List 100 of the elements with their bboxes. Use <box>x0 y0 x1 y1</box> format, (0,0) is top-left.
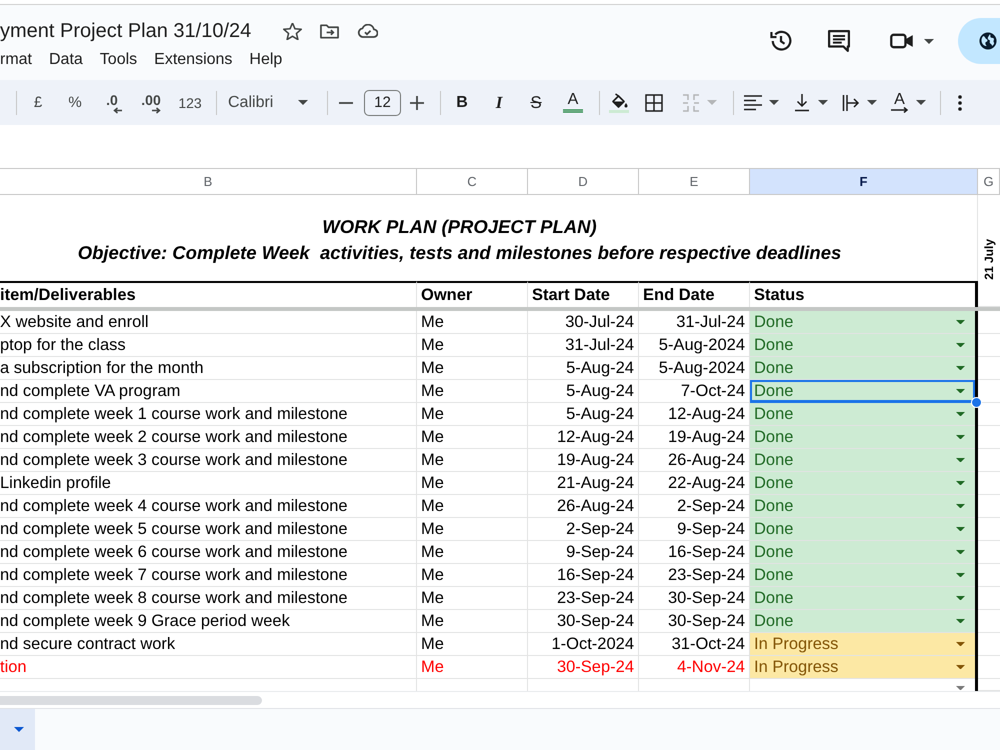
align-left-icon <box>744 94 762 112</box>
italic-button[interactable]: I <box>483 88 515 118</box>
merge-icon <box>682 94 700 112</box>
cloud-check-icon[interactable] <box>357 24 378 38</box>
arrow-right-icon <box>890 107 908 113</box>
text-color-button[interactable]: A <box>557 88 589 118</box>
menu-item[interactable]: Help <box>249 50 282 70</box>
borders-icon <box>645 94 663 112</box>
table-cell: 9-Sep-24 <box>528 541 639 564</box>
table-cell: nd complete week 3 course work and milestone <box>0 449 417 472</box>
caret-icon <box>768 100 778 105</box>
column-header[interactable]: F <box>750 169 978 194</box>
status-dropdown[interactable]: Done <box>750 403 975 426</box>
status-dropdown[interactable]: Done <box>750 541 975 564</box>
status-dropdown[interactable]: Done <box>750 610 975 633</box>
table-cell: Me <box>417 587 528 610</box>
table-cell: 1-Oct-2024 <box>528 633 639 656</box>
status-dropdown[interactable]: In Progress <box>750 633 975 656</box>
table-cell: 30-Jul-24 <box>528 311 639 334</box>
table-cell: nd complete week 7 course work and milestone <box>0 564 417 587</box>
globe-icon <box>979 32 997 50</box>
table-cell: Linkedin profile <box>0 472 417 495</box>
status-dropdown[interactable]: Done <box>750 380 975 403</box>
status-dropdown[interactable]: Done <box>750 564 975 587</box>
status-dropdown[interactable]: Done <box>750 518 975 541</box>
status-dropdown[interactable]: In Progress <box>750 656 975 679</box>
comment-icon[interactable] <box>828 30 850 52</box>
arrow-left-icon <box>112 107 122 114</box>
folder-arrow-icon[interactable] <box>320 22 340 40</box>
table-cell: nd complete VA program <box>0 380 417 403</box>
strikethrough-button[interactable]: S <box>520 88 552 118</box>
date-label: 21 July <box>982 239 996 280</box>
status-dropdown[interactable]: Done <box>750 449 975 472</box>
table-cell: Me <box>417 495 528 518</box>
increase-decimal-button[interactable]: .00 <box>133 88 169 118</box>
document-title[interactable]: yment Project Plan 31/10/24 <box>0 18 252 44</box>
history-icon[interactable] <box>770 30 792 52</box>
table-cell: Me <box>417 541 528 564</box>
bold-button[interactable]: B <box>446 88 478 118</box>
menu-item[interactable]: Data <box>49 50 83 70</box>
table-cell: 31-Jul-24 <box>528 334 639 357</box>
text-rotation-button[interactable]: A <box>886 88 930 118</box>
caret-icon[interactable] <box>956 686 965 690</box>
video-camera-icon <box>890 33 914 49</box>
table-cell: 21-Aug-24 <box>528 472 639 495</box>
fill-handle[interactable] <box>971 397 982 408</box>
font-size-field[interactable]: 12 <box>364 90 401 116</box>
status-dropdown[interactable]: Done <box>750 426 975 449</box>
color-indicator-icon <box>563 109 583 113</box>
caret-icon <box>818 100 828 105</box>
table-cell: tion <box>0 656 417 679</box>
status-dropdown[interactable]: Done <box>750 495 975 518</box>
caret-icon <box>924 38 934 44</box>
caret-icon <box>956 342 965 348</box>
caret-icon <box>916 100 926 105</box>
objective-text: Objective: Complete Week activities, tests and milestones before respective deadlines <box>78 241 842 265</box>
plus-icon <box>410 96 424 110</box>
scrollbar-thumb[interactable] <box>0 696 262 704</box>
currency-button[interactable]: £ <box>22 88 54 118</box>
star-icon[interactable] <box>283 22 302 40</box>
status-dropdown[interactable]: Done <box>750 357 975 380</box>
align-bottom-icon <box>792 94 810 112</box>
table-cell: Me <box>417 311 528 334</box>
percent-button[interactable]: % <box>59 88 91 118</box>
caret-icon <box>956 412 965 416</box>
caret-icon <box>956 504 965 508</box>
table-cell: Me <box>417 403 528 426</box>
table-cell: Me <box>417 472 528 495</box>
caret-icon <box>956 526 965 532</box>
number-format-button[interactable]: 123 <box>174 88 206 118</box>
table-cell: nd complete week 6 course work and milestone <box>0 541 417 564</box>
caret-icon <box>956 434 965 440</box>
decrease-decimal-button[interactable]: .0 <box>96 88 128 118</box>
table-cell: nd complete week 9 Grace period week <box>0 610 417 633</box>
caret-icon <box>956 366 965 370</box>
table-cell: Me <box>417 656 528 679</box>
share-button[interactable] <box>958 18 1000 64</box>
table-cell: 26-Aug-24 <box>528 495 639 518</box>
caret-icon <box>956 572 965 578</box>
status-dropdown[interactable]: Done <box>750 472 975 495</box>
table-cell: 19-Aug-24 <box>528 449 639 472</box>
table-cell: Me <box>417 449 528 472</box>
menu-item[interactable]: Tools <box>100 50 138 70</box>
menu-item[interactable]: rmat <box>0 50 32 70</box>
table-cell: a subscription for the month <box>0 357 417 380</box>
table-cell: 23-Sep-24 <box>528 587 639 610</box>
table-cell: 12-Aug-24 <box>528 426 639 449</box>
status-dropdown[interactable]: Done <box>750 334 975 357</box>
arrow-right-icon <box>152 107 160 114</box>
caret-icon <box>956 458 965 462</box>
status-dropdown[interactable]: Done <box>750 311 975 334</box>
caret-icon <box>956 596 965 600</box>
table-cell: Me <box>417 357 528 380</box>
paint-bucket-icon <box>609 92 629 113</box>
wrap-arrow-icon <box>842 94 860 112</box>
font-dropdown[interactable]: Calibri <box>222 88 314 118</box>
caret-icon <box>956 642 965 646</box>
table-cell: 2-Sep-24 <box>528 518 639 541</box>
menu-item[interactable]: Extensions <box>154 50 232 70</box>
status-dropdown[interactable]: Done <box>750 587 975 610</box>
